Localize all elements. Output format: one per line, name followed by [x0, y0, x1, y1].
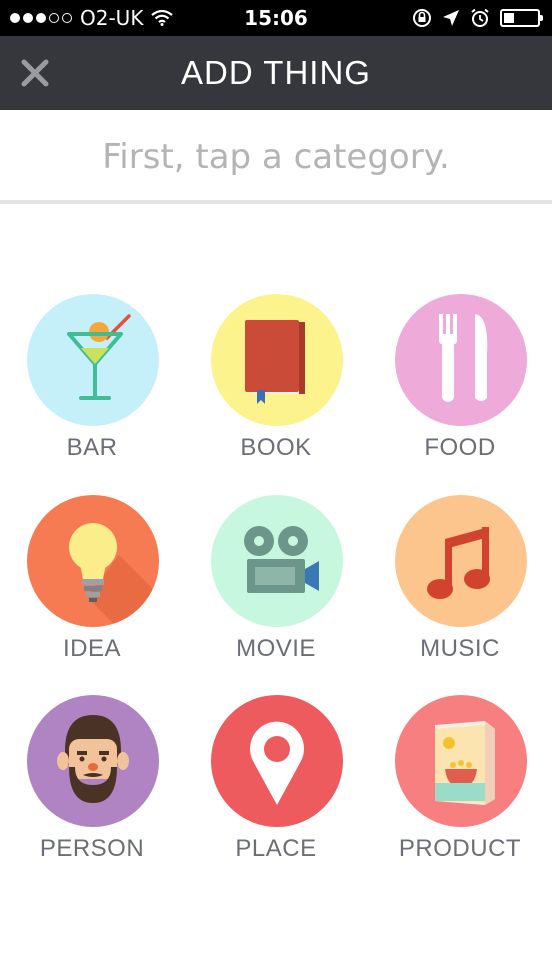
page-title: ADD THING	[181, 54, 371, 91]
wifi-icon	[151, 10, 174, 26]
category-book[interactable]: BOOK	[184, 294, 368, 479]
close-button[interactable]	[18, 56, 52, 90]
category-label: IDEA	[62, 635, 121, 662]
category-place[interactable]: PLACE	[184, 695, 368, 880]
close-icon	[21, 59, 49, 87]
category-bar[interactable]: BAR	[0, 294, 184, 479]
map-pin-icon	[211, 695, 343, 827]
person-face-icon	[27, 695, 159, 827]
category-label: MUSIC	[420, 635, 500, 662]
category-label: BOOK	[240, 434, 312, 461]
category-movie[interactable]: MOVIE	[184, 495, 368, 680]
divider	[0, 200, 552, 204]
nav-bar: ADD THING	[0, 36, 552, 110]
instruction-text: First, tap a category.	[102, 137, 450, 177]
category-label: PLACE	[235, 835, 317, 862]
category-label: MOVIE	[236, 635, 316, 662]
alarm-clock-icon	[471, 8, 489, 27]
category-product[interactable]: PRODUCT	[368, 695, 552, 880]
status-bar: O2-UK 15:06	[0, 0, 552, 36]
cocktail-icon	[27, 294, 159, 426]
cereal-box-icon	[395, 695, 527, 827]
music-note-icon	[395, 495, 527, 627]
category-label: BAR	[66, 434, 118, 461]
category-label: PRODUCT	[398, 835, 522, 862]
category-label: PERSON	[39, 835, 145, 862]
rotation-lock-icon	[413, 9, 431, 27]
fork-knife-icon	[395, 294, 527, 426]
battery-icon	[500, 9, 543, 27]
category-music[interactable]: MUSIC	[368, 495, 552, 680]
location-arrow-icon	[443, 10, 459, 26]
status-left: O2-UK	[10, 0, 174, 36]
movie-camera-icon	[211, 495, 343, 627]
book-icon	[211, 294, 343, 426]
signal-strength-icon	[10, 13, 72, 23]
carrier-name: O2-UK	[80, 6, 144, 30]
category-food[interactable]: FOOD	[368, 294, 552, 479]
category-idea[interactable]: IDEA	[0, 495, 184, 680]
category-person[interactable]: PERSON	[0, 695, 184, 880]
lightbulb-icon	[27, 495, 159, 627]
category-label: FOOD	[424, 434, 496, 461]
status-right	[412, 0, 543, 36]
